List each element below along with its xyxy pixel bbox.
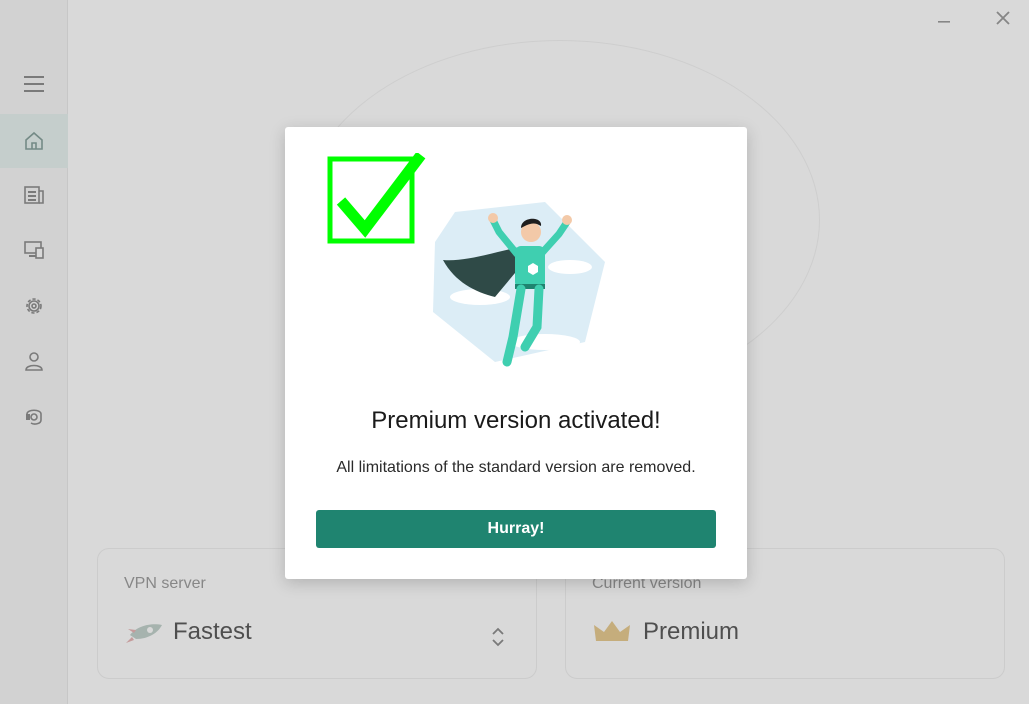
- checkmark-icon: [327, 153, 426, 244]
- premium-activated-dialog: Premium version activated! All limitatio…: [285, 127, 747, 579]
- dialog-description: All limitations of the standard version …: [336, 459, 696, 476]
- dialog-title: Premium version activated!: [371, 407, 661, 434]
- superhero-illustration: [433, 202, 605, 367]
- hurray-button[interactable]: Hurray!: [316, 510, 716, 548]
